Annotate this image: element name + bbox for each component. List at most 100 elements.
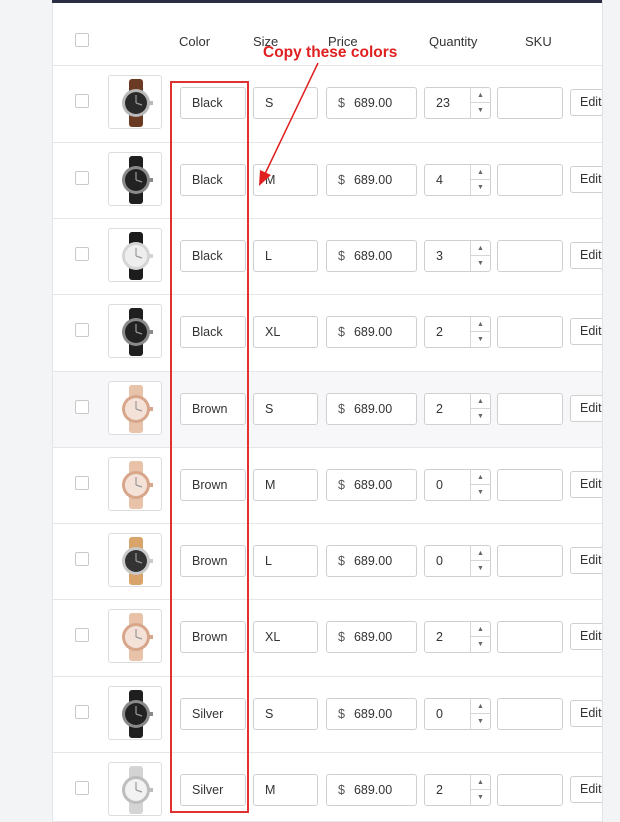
color-input[interactable]: Brown: [180, 469, 246, 501]
edit-button[interactable]: Edit: [570, 89, 602, 116]
row-checkbox[interactable]: [75, 476, 89, 490]
color-input[interactable]: Brown: [180, 545, 246, 577]
size-input[interactable]: XL: [253, 621, 318, 653]
edit-button[interactable]: Edit: [570, 547, 602, 574]
price-input[interactable]: $689.00: [326, 469, 417, 501]
decrement-icon[interactable]: ▼: [471, 561, 490, 576]
increment-icon[interactable]: ▲: [471, 699, 490, 714]
increment-icon[interactable]: ▲: [471, 546, 490, 561]
size-input[interactable]: S: [253, 698, 318, 730]
edit-button[interactable]: Edit: [570, 166, 602, 193]
price-input[interactable]: $689.00: [326, 87, 417, 119]
sku-input[interactable]: [497, 240, 563, 272]
decrement-icon[interactable]: ▼: [471, 409, 490, 424]
size-input[interactable]: L: [253, 240, 318, 272]
size-input[interactable]: M: [253, 164, 318, 196]
color-input[interactable]: Black: [180, 316, 246, 348]
row-checkbox[interactable]: [75, 400, 89, 414]
size-input[interactable]: S: [253, 87, 318, 119]
increment-icon[interactable]: ▲: [471, 775, 490, 790]
decrement-icon[interactable]: ▼: [471, 256, 490, 271]
edit-button[interactable]: Edit: [570, 700, 602, 727]
quantity-stepper[interactable]: 0 ▲ ▼: [424, 698, 491, 730]
row-checkbox[interactable]: [75, 628, 89, 642]
variant-thumbnail[interactable]: [108, 75, 162, 129]
variant-thumbnail[interactable]: [108, 381, 162, 435]
price-input[interactable]: $689.00: [326, 164, 417, 196]
variant-thumbnail[interactable]: [108, 686, 162, 740]
color-input[interactable]: Brown: [180, 621, 246, 653]
quantity-stepper[interactable]: 3 ▲ ▼: [424, 240, 491, 272]
price-input[interactable]: $689.00: [326, 316, 417, 348]
increment-icon[interactable]: ▲: [471, 241, 490, 256]
increment-icon[interactable]: ▲: [471, 470, 490, 485]
color-input[interactable]: Black: [180, 240, 246, 272]
sku-input[interactable]: [497, 469, 563, 501]
row-checkbox[interactable]: [75, 94, 89, 108]
decrement-icon[interactable]: ▼: [471, 180, 490, 195]
size-input[interactable]: XL: [253, 316, 318, 348]
sku-input[interactable]: [497, 621, 563, 653]
increment-icon[interactable]: ▲: [471, 88, 490, 103]
row-checkbox[interactable]: [75, 781, 89, 795]
increment-icon[interactable]: ▲: [471, 165, 490, 180]
color-input[interactable]: Black: [180, 87, 246, 119]
price-input[interactable]: $689.00: [326, 393, 417, 425]
row-checkbox[interactable]: [75, 705, 89, 719]
decrement-icon[interactable]: ▼: [471, 790, 490, 805]
price-input[interactable]: $689.00: [326, 621, 417, 653]
decrement-icon[interactable]: ▼: [471, 637, 490, 652]
sku-input[interactable]: [497, 393, 563, 425]
quantity-stepper[interactable]: 23 ▲ ▼: [424, 87, 491, 119]
price-input[interactable]: $689.00: [326, 774, 417, 806]
increment-icon[interactable]: ▲: [471, 622, 490, 637]
price-input[interactable]: $689.00: [326, 698, 417, 730]
sku-input[interactable]: [497, 774, 563, 806]
edit-button[interactable]: Edit: [570, 471, 602, 498]
edit-button[interactable]: Edit: [570, 318, 602, 345]
decrement-icon[interactable]: ▼: [471, 332, 490, 347]
quantity-stepper[interactable]: 2 ▲ ▼: [424, 774, 491, 806]
row-checkbox[interactable]: [75, 323, 89, 337]
sku-input[interactable]: [497, 87, 563, 119]
variant-thumbnail[interactable]: [108, 228, 162, 282]
decrement-icon[interactable]: ▼: [471, 103, 490, 118]
quantity-stepper[interactable]: 2 ▲ ▼: [424, 621, 491, 653]
row-checkbox[interactable]: [75, 552, 89, 566]
row-checkbox[interactable]: [75, 171, 89, 185]
variant-thumbnail[interactable]: [108, 304, 162, 358]
variant-thumbnail[interactable]: [108, 609, 162, 663]
row-checkbox[interactable]: [75, 247, 89, 261]
size-input[interactable]: L: [253, 545, 318, 577]
select-all-checkbox[interactable]: [75, 33, 89, 47]
quantity-stepper[interactable]: 0 ▲ ▼: [424, 469, 491, 501]
sku-input[interactable]: [497, 164, 563, 196]
edit-button[interactable]: Edit: [570, 242, 602, 269]
edit-button[interactable]: Edit: [570, 776, 602, 803]
increment-icon[interactable]: ▲: [471, 317, 490, 332]
edit-button[interactable]: Edit: [570, 395, 602, 422]
color-input[interactable]: Silver: [180, 774, 246, 806]
quantity-stepper[interactable]: 0 ▲ ▼: [424, 545, 491, 577]
color-input[interactable]: Silver: [180, 698, 246, 730]
decrement-icon[interactable]: ▼: [471, 485, 490, 500]
size-input[interactable]: M: [253, 469, 318, 501]
color-input[interactable]: Black: [180, 164, 246, 196]
decrement-icon[interactable]: ▼: [471, 714, 490, 729]
size-input[interactable]: S: [253, 393, 318, 425]
sku-input[interactable]: [497, 545, 563, 577]
quantity-stepper[interactable]: 2 ▲ ▼: [424, 316, 491, 348]
variant-thumbnail[interactable]: [108, 533, 162, 587]
edit-button[interactable]: Edit: [570, 623, 602, 650]
quantity-stepper[interactable]: 2 ▲ ▼: [424, 393, 491, 425]
variant-thumbnail[interactable]: [108, 152, 162, 206]
variant-thumbnail[interactable]: [108, 457, 162, 511]
quantity-stepper[interactable]: 4 ▲ ▼: [424, 164, 491, 196]
color-input[interactable]: Brown: [180, 393, 246, 425]
increment-icon[interactable]: ▲: [471, 394, 490, 409]
sku-input[interactable]: [497, 698, 563, 730]
price-input[interactable]: $689.00: [326, 240, 417, 272]
variant-thumbnail[interactable]: [108, 762, 162, 816]
price-input[interactable]: $689.00: [326, 545, 417, 577]
size-input[interactable]: M: [253, 774, 318, 806]
